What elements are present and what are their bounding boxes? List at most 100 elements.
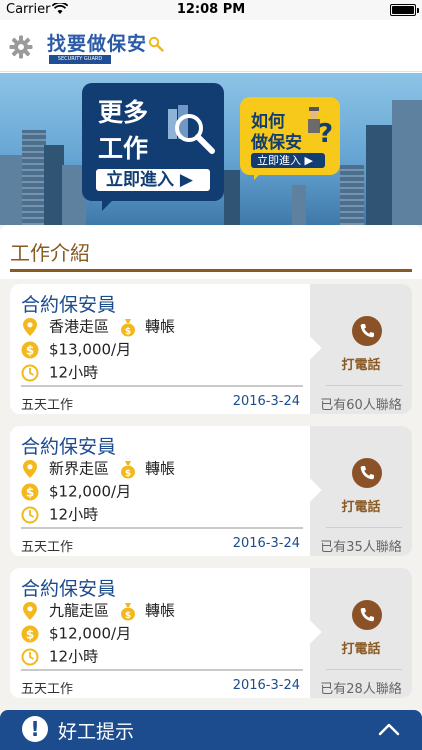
clock-icon xyxy=(21,506,39,523)
speech-bubble-tail xyxy=(254,173,268,180)
job-hours: 12小時 xyxy=(49,505,99,524)
job-hours-row: 12小時 xyxy=(21,645,98,667)
battery-icon xyxy=(390,4,419,16)
promo-jobs-line1: 更多 xyxy=(98,98,149,127)
promo-howto-line2: 做保安 xyxy=(251,133,302,153)
svg-text:$: $ xyxy=(125,611,131,621)
job-region: 九龍走區 xyxy=(49,601,110,620)
chevron-up-icon[interactable] xyxy=(378,722,400,736)
exclamation-icon: ! xyxy=(22,716,48,742)
skyline-building xyxy=(292,185,306,225)
call-label[interactable]: 打電話 xyxy=(310,496,412,515)
promo-jobs-line2: 工作 xyxy=(98,134,149,163)
job-salary-row: $ $12,000/月 xyxy=(21,480,131,502)
phone-icon xyxy=(360,324,374,338)
call-label[interactable]: 打電話 xyxy=(310,354,412,373)
job-salary: $13,000/月 xyxy=(49,340,132,359)
svg-text:$: $ xyxy=(125,469,131,479)
job-hours: 12小時 xyxy=(49,647,99,666)
job-info[interactable]: 合約保安員 新界走區 $ 轉帳 $ $12,000/月 12小時 五天工作 2016-… xyxy=(10,426,310,556)
dollar-coin-icon: $ xyxy=(21,625,39,642)
call-button[interactable] xyxy=(352,600,382,630)
svg-text:$: $ xyxy=(26,343,34,357)
app-logo: 找要做保安 SECURITY GUARD xyxy=(44,29,174,65)
job-region-row: 新界走區 $ 轉帳 xyxy=(21,457,175,479)
job-region: 香港走區 xyxy=(49,317,110,336)
question-mark-icon: ? xyxy=(318,119,334,149)
money-bag-icon: $ xyxy=(121,602,136,621)
section-title: 工作介紹 xyxy=(10,241,90,265)
job-payment: 轉帳 xyxy=(145,601,176,620)
job-date: 2016-3-24 xyxy=(232,678,300,693)
good-job-tips-bar[interactable]: ! 好工提示 xyxy=(0,710,422,750)
skyline-building xyxy=(22,130,46,225)
job-card[interactable]: 合約保安員 九龍走區 $ 轉帳 $ $12,000/月 12小時 五天工作 2016-… xyxy=(10,568,412,698)
more-jobs-promo[interactable]: 更多 工作 立即進入 ▶ xyxy=(82,83,224,211)
skyline-building xyxy=(366,125,394,225)
job-hours-row: 12小時 xyxy=(21,503,98,525)
job-hours-row: 12小時 xyxy=(21,361,98,383)
money-bag-icon: $ xyxy=(121,460,136,479)
call-panel-divider xyxy=(326,669,402,670)
job-salary-row: $ $13,000/月 xyxy=(21,338,131,360)
card-divider xyxy=(21,527,303,529)
job-card[interactable]: 合約保安員 新界走區 $ 轉帳 $ $12,000/月 12小時 五天工作 2016-… xyxy=(10,426,412,556)
job-title: 合約保安員 xyxy=(21,436,117,458)
job-payment: 轉帳 xyxy=(145,459,176,478)
call-button[interactable] xyxy=(352,458,382,488)
job-salary: $12,000/月 xyxy=(49,624,132,643)
job-date: 2016-3-24 xyxy=(232,394,300,409)
phone-icon xyxy=(360,608,374,622)
call-label[interactable]: 打電話 xyxy=(310,638,412,657)
contact-count: 已有60人聯絡 xyxy=(320,398,402,413)
section-header: 工作介紹 xyxy=(0,225,422,279)
job-date: 2016-3-24 xyxy=(232,536,300,551)
call-panel[interactable]: 打電話 已有28人聯絡 xyxy=(310,568,412,698)
job-list-section: 工作介紹 合約保安員 香港走區 $ 轉帳 $ $13,000/月 12小時 五天工作 … xyxy=(0,225,422,750)
clock-time: 12:08 PM xyxy=(176,2,246,17)
call-panel[interactable]: 打電話 已有35人聯絡 xyxy=(310,426,412,556)
dollar-coin-icon: $ xyxy=(21,341,39,358)
contact-count: 已有28人聯絡 xyxy=(320,682,402,697)
call-panel[interactable]: 打電話 已有60人聯絡 xyxy=(310,284,412,414)
job-region-row: 九龍走區 $ 轉帳 xyxy=(21,599,175,621)
promo-banner: 更多 工作 立即進入 ▶ 如何 做保安 ? 立即進入 ▶ xyxy=(0,73,422,225)
job-info[interactable]: 合約保安員 九龍走區 $ 轉帳 $ $12,000/月 12小時 五天工作 2016-… xyxy=(10,568,310,698)
skyline-building xyxy=(44,145,64,225)
how-to-guard-promo[interactable]: 如何 做保安 ? 立即進入 ▶ xyxy=(240,97,340,180)
app-header: 找要做保安 SECURITY GUARD xyxy=(0,20,422,72)
svg-text:$: $ xyxy=(26,627,34,641)
gear-icon[interactable] xyxy=(9,35,33,59)
phone-icon xyxy=(360,466,374,480)
location-pin-icon xyxy=(23,317,37,336)
logo-subtitle: SECURITY GUARD xyxy=(49,55,111,64)
clock-icon xyxy=(21,364,39,381)
tips-label: 好工提示 xyxy=(58,721,135,743)
call-panel-divider xyxy=(326,527,402,528)
section-divider xyxy=(10,269,412,272)
logo-text: 找要做保安 xyxy=(47,33,148,55)
svg-text:$: $ xyxy=(26,485,34,499)
job-days: 五天工作 xyxy=(21,398,74,413)
job-salary: $12,000/月 xyxy=(49,482,132,501)
job-days: 五天工作 xyxy=(21,540,74,555)
skyline-building xyxy=(224,170,240,225)
skyline-building xyxy=(392,100,422,225)
job-salary-row: $ $12,000/月 xyxy=(21,622,131,644)
promo-howto-enter-button[interactable]: 立即進入 ▶ xyxy=(251,153,325,168)
search-icon xyxy=(148,36,164,52)
promo-jobs-enter-button[interactable]: 立即進入 ▶ xyxy=(96,169,210,191)
clock-icon xyxy=(21,648,39,665)
job-card[interactable]: 合約保安員 香港走區 $ 轉帳 $ $13,000/月 12小時 五天工作 2016-… xyxy=(10,284,412,414)
status-bar: Carrier 12:08 PM xyxy=(0,0,422,20)
contact-count: 已有35人聯絡 xyxy=(320,540,402,555)
speech-bubble-tail xyxy=(102,201,122,211)
job-info[interactable]: 合約保安員 香港走區 $ 轉帳 $ $13,000/月 12小時 五天工作 2016-… xyxy=(10,284,310,414)
location-pin-icon xyxy=(23,459,37,478)
skyline-building xyxy=(340,165,364,225)
job-title: 合約保安員 xyxy=(21,578,117,600)
call-button[interactable] xyxy=(352,316,382,346)
dollar-coin-icon: $ xyxy=(21,483,39,500)
job-region: 新界走區 xyxy=(49,459,110,478)
money-bag-icon: $ xyxy=(121,318,136,337)
